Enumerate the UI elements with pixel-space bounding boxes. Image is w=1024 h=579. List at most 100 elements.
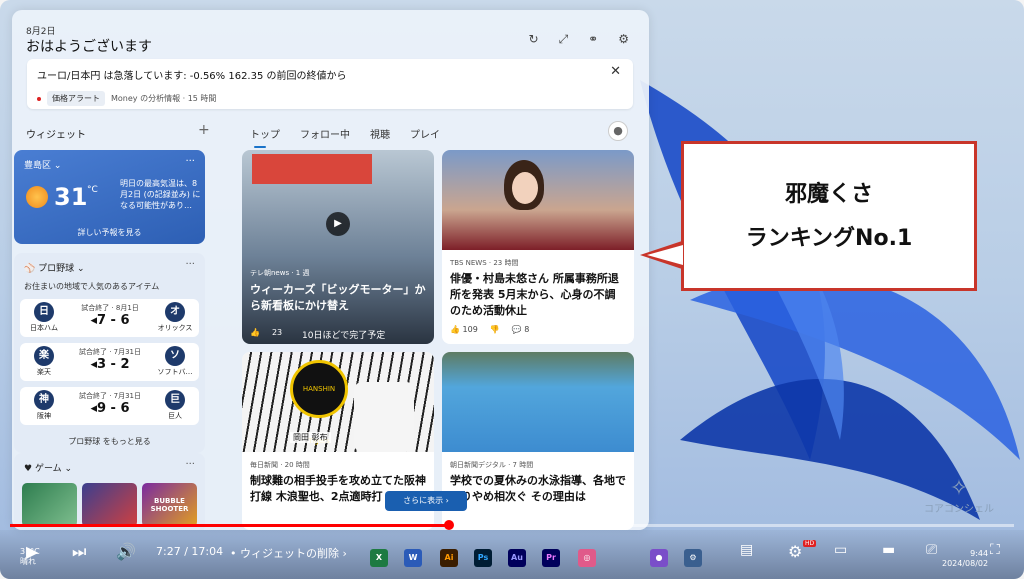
- news-source: テレ朝news · 1 週: [250, 269, 310, 277]
- news-actions: 👍 109 👎 💬 8: [450, 325, 529, 334]
- alert-dot-icon: [37, 96, 41, 101]
- time-display: 7:27 / 17:04: [156, 545, 224, 558]
- baseball-more-link[interactable]: プロ野球 をもっと見る: [14, 436, 205, 447]
- team-name: 日本ハム: [30, 324, 58, 332]
- comment-count: 8: [524, 325, 530, 334]
- game-tile-blocks[interactable]: [82, 483, 137, 527]
- next-button[interactable]: ⏭: [72, 542, 86, 562]
- word-icon[interactable]: W: [404, 549, 422, 567]
- gear-icon[interactable]: ⚙: [618, 32, 629, 47]
- theater-icon[interactable]: ▬: [882, 542, 895, 558]
- team-name: オリックス: [157, 324, 193, 332]
- premiere-icon[interactable]: Pr: [542, 549, 560, 567]
- expand-icon[interactable]: ⤢: [559, 32, 569, 47]
- news-image: [442, 150, 634, 250]
- show-more-label: さらに表示: [403, 496, 444, 505]
- show-more-button[interactable]: さらに表示 ›: [385, 491, 467, 511]
- like-icon[interactable]: 👍 109: [450, 325, 478, 334]
- audition-icon[interactable]: Au: [508, 549, 526, 567]
- team-home: 楽楽天: [24, 343, 64, 377]
- close-icon[interactable]: ✕: [610, 64, 621, 79]
- like-count: 109: [462, 325, 478, 334]
- temperature: 31: [54, 183, 88, 211]
- more-icon[interactable]: ···: [185, 259, 195, 270]
- excel-icon[interactable]: X: [370, 549, 388, 567]
- watermark-logo-icon: ✧: [949, 476, 969, 501]
- callout-box: 邪魔くさ ランキングNo.1: [681, 141, 977, 291]
- alert-chip: 価格アラート: [47, 91, 105, 106]
- team-name: 阪神: [37, 412, 51, 420]
- sun-icon: [26, 186, 48, 208]
- miniplayer-icon[interactable]: ▭: [834, 542, 847, 558]
- fullscreen-icon[interactable]: ⛶: [990, 542, 1000, 558]
- dislike-icon[interactable]: 👎: [490, 325, 500, 334]
- game-row[interactable]: 楽楽天 試合終了 · 7月31日 ◂3 - 2 ソソフトバ…: [20, 343, 199, 381]
- widgets-title: ウィジェット: [26, 130, 86, 141]
- game-tile-mahjong[interactable]: [22, 483, 77, 527]
- weather-widget[interactable]: 豊島区 ⌄ ··· 31 °C 明日の最高気温は、8月2日 (の記録並み) にな…: [14, 150, 205, 244]
- settings-icon[interactable]: ⚭: [588, 32, 598, 47]
- channel-watermark: ✧ コアコンシェル: [924, 476, 994, 516]
- volume-icon[interactable]: 🔊: [116, 542, 136, 561]
- clock-date: 2024/08/02: [942, 559, 989, 568]
- play-button[interactable]: ▶: [26, 542, 38, 561]
- profile-icon[interactable]: ●: [608, 121, 628, 141]
- news-title: 俳優・村島未悠さん 所属事務所退所を発表 5月末から、心身の不調のため活動休止: [450, 272, 619, 317]
- add-widget-icon[interactable]: +: [198, 122, 210, 138]
- chapter-title[interactable]: • ウィジェットの削除 ›: [230, 545, 347, 561]
- baseball-title: ⚾ プロ野球 ⌄: [24, 264, 85, 274]
- news-card[interactable]: TBS NEWS · 23 時間 俳優・村島未悠さん 所属事務所退所を発表 5月…: [442, 150, 634, 344]
- like-icon[interactable]: 👍: [250, 328, 260, 337]
- game-row[interactable]: 日日本ハム 試合終了 · 8月1日 ◂7 - 6 オオリックス: [20, 299, 199, 337]
- game-row[interactable]: 神阪神 試合終了 · 7月31日 ◂9 - 6 巨巨人: [20, 387, 199, 425]
- photoshop-icon[interactable]: Ps: [474, 549, 492, 567]
- image-caption: 岡田 彰布: [290, 432, 331, 443]
- illustrator-icon[interactable]: Ai: [440, 549, 458, 567]
- app-icon[interactable]: ◎: [578, 549, 596, 567]
- alert-source: Money の分析情報 · 15 時間: [111, 94, 217, 103]
- comment-icon[interactable]: 💬 8: [512, 325, 530, 334]
- clock-time: 9:44: [970, 549, 989, 558]
- more-icon[interactable]: ···: [185, 459, 195, 470]
- score-value: ◂9 - 6: [90, 401, 130, 416]
- news-title: ウィーカーズ「ビッグモーター」から新看板にかけ替え: [250, 283, 426, 312]
- game-tile-bubble-shooter[interactable]: BUBBLE SHOOTER: [142, 483, 197, 527]
- news-card[interactable]: ▶ テレ朝news · 1 週 ウィーカーズ「ビッグモーター」から新看板にかけ替…: [242, 150, 434, 344]
- cast-icon[interactable]: ⎚: [926, 542, 937, 558]
- team-away: ソソフトバ…: [155, 343, 195, 377]
- subtitles-icon[interactable]: ▤: [740, 542, 753, 558]
- baseball-widget: ⚾ プロ野球 ⌄ ··· お住まいの地域で人気のあるアイテム 日日本ハム 試合終…: [14, 253, 205, 453]
- price-alert-card[interactable]: ユーロ/日本円 は急落しています: -0.56% 162.35 の前回の終値から…: [27, 59, 633, 109]
- team-logo-icon: 日: [34, 302, 54, 322]
- browser-icon[interactable]: ●: [650, 549, 668, 567]
- news-card[interactable]: 朝日新聞デジタル · 7 時間 学校での夏休みの水泳指導、各地で取りやめ相次ぐ …: [442, 352, 634, 530]
- news-source: 朝日新聞デジタル · 7 時間: [450, 461, 534, 469]
- callout-pointer-fill: [647, 245, 683, 265]
- news-image: HANSHIN Tigers 岡田 彰布: [242, 352, 434, 452]
- game-status: 試合終了 · 7月31日: [78, 348, 142, 356]
- team-name: 巨人: [168, 412, 182, 420]
- game-score: 試合終了 · 8月1日 ◂7 - 6: [70, 299, 150, 328]
- team-logo-icon: 楽: [34, 346, 54, 366]
- forecast-link[interactable]: 詳しい予報を見る: [14, 227, 205, 238]
- team-logo-icon: ソ: [165, 346, 185, 366]
- settings-icon[interactable]: ⚙: [788, 542, 802, 561]
- game-status: 試合終了 · 7月31日: [78, 392, 142, 400]
- refresh-icon[interactable]: ↻: [529, 32, 539, 47]
- team-name: ソフトバ…: [157, 368, 193, 376]
- tab-play[interactable]: プレイ: [410, 126, 440, 141]
- progress-bar[interactable]: [10, 524, 1014, 527]
- gear-icon[interactable]: ⚙: [684, 549, 702, 567]
- more-icon[interactable]: ···: [185, 156, 195, 167]
- tab-top[interactable]: トップ: [250, 126, 280, 148]
- weather-location: 豊島区 ⌄: [24, 161, 62, 171]
- tab-following[interactable]: フォロー中: [300, 126, 350, 141]
- watermark-text: コアコンシェル: [924, 504, 994, 515]
- games-widget: ♥ ゲーム ⌄ ··· BUBBLE SHOOTER: [14, 453, 205, 530]
- score-value: ◂3 - 2: [90, 357, 130, 372]
- temperature-unit: °C: [87, 185, 98, 195]
- play-icon[interactable]: ▶: [326, 212, 350, 236]
- tab-watch[interactable]: 視聴: [370, 126, 390, 141]
- portrait-face: [512, 172, 538, 204]
- team-logo-icon: オ: [165, 302, 185, 322]
